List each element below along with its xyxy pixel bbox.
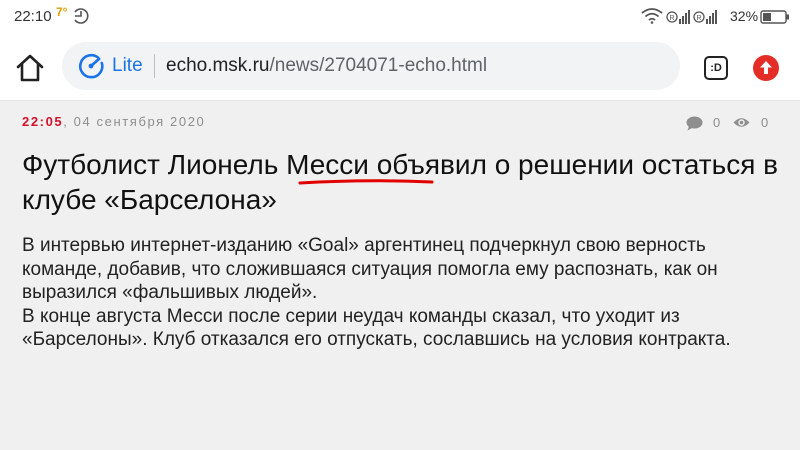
address-bar[interactable]: Lite echo.msk.ru/news/2704071-echo.html — [62, 42, 680, 90]
svg-text:R: R — [669, 15, 674, 22]
article-body: В интервью интернет-изданию «Goal» арген… — [22, 234, 782, 352]
browser-toolbar: Lite echo.msk.ru/news/2704071-echo.html … — [0, 34, 800, 101]
status-time: 22:10 — [14, 8, 52, 25]
highlight-underline — [298, 179, 434, 185]
comment-icon[interactable] — [686, 116, 703, 136]
views-count: 0 — [761, 115, 769, 130]
article-date: , 04 сентября 2020 — [63, 114, 206, 129]
upload-button[interactable] — [753, 55, 779, 81]
wifi-icon — [641, 8, 663, 29]
status-temperature: 7° — [56, 5, 68, 19]
battery-icon — [760, 10, 790, 29]
sync-icon — [72, 7, 90, 30]
url-host: echo.msk.ru — [166, 55, 270, 76]
battery-percent: 32% — [730, 8, 759, 24]
upload-icon — [760, 61, 772, 74]
status-bar: 22:10 7° R R 32% — [0, 0, 800, 34]
extension-button[interactable]: :D — [704, 56, 728, 80]
extension-icon: :D — [710, 62, 722, 74]
article: 22:05, 04 сентября 2020 0 0 Футболист Ли… — [0, 101, 800, 450]
article-paragraph: В интервью интернет-изданию «Goal» арген… — [22, 235, 718, 303]
article-time: 22:05 — [22, 114, 64, 129]
article-meta: 22:05, 04 сентября 2020 — [22, 114, 205, 129]
home-icon — [16, 54, 44, 82]
eye-icon — [733, 116, 750, 134]
url-text[interactable]: echo.msk.ru/news/2704071-echo.html — [166, 55, 487, 77]
lite-mode-label[interactable]: Lite — [112, 55, 143, 77]
signal-icon: R R — [666, 9, 724, 30]
svg-text:R: R — [696, 15, 701, 22]
url-path: /news/2704071-echo.html — [269, 55, 488, 76]
comments-count: 0 — [713, 115, 721, 130]
home-button[interactable] — [12, 52, 48, 84]
article-paragraph: В конце августа Месси после серии неудач… — [22, 305, 731, 351]
speedometer-icon[interactable] — [78, 53, 104, 84]
url-divider — [154, 54, 155, 78]
